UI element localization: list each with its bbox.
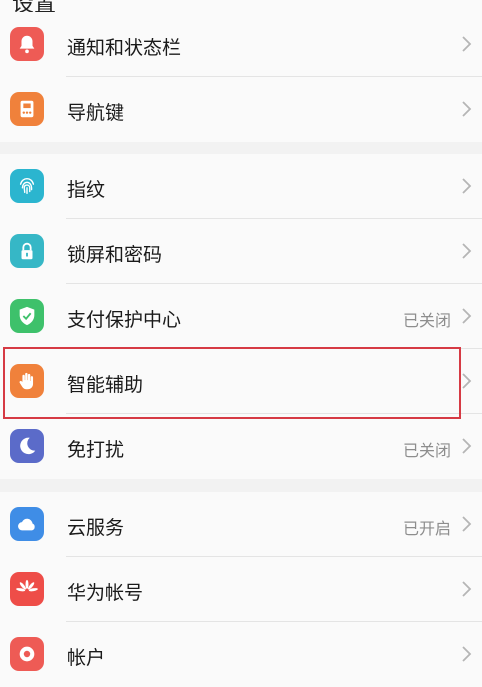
hand-icon xyxy=(10,364,44,398)
settings-group-security: 指纹 锁屏和密码 支付保护中心 已关闭 智能辅助 免打扰 已关闭 xyxy=(0,154,482,479)
settings-item-label: 锁屏和密码 xyxy=(67,244,163,266)
chevron-right-icon xyxy=(462,438,472,454)
settings-item-notifications[interactable]: 通知和状态栏 xyxy=(0,12,482,77)
settings-item-cloud[interactable]: 云服务 已开启 xyxy=(0,492,482,557)
settings-item-fingerprint[interactable]: 指纹 xyxy=(0,154,482,219)
settings-item-huawei-id[interactable]: 华为帐号 xyxy=(0,557,482,622)
settings-item-navigation-key[interactable]: 导航键 xyxy=(0,77,482,142)
bell-icon xyxy=(10,27,44,61)
chevron-right-icon xyxy=(462,308,472,324)
chevron-right-icon xyxy=(462,373,472,389)
settings-item-smart-assistance[interactable]: 智能辅助 xyxy=(0,349,482,414)
navigation-key-icon xyxy=(10,92,44,126)
status-value: 已开启 xyxy=(402,519,451,538)
lock-icon xyxy=(10,234,44,268)
chevron-right-icon xyxy=(462,646,472,662)
fingerprint-icon xyxy=(10,169,44,203)
moon-icon xyxy=(10,429,44,463)
settings-item-lock-screen[interactable]: 锁屏和密码 xyxy=(0,219,482,284)
settings-item-label: 通知和状态栏 xyxy=(67,37,182,59)
settings-item-label: 帐户 xyxy=(67,647,106,669)
status-value: 已关闭 xyxy=(402,311,451,330)
cloud-icon xyxy=(10,507,44,541)
chevron-right-icon xyxy=(462,36,472,52)
settings-item-label: 智能辅助 xyxy=(67,374,144,396)
settings-item-label: 导航键 xyxy=(67,102,125,124)
chevron-right-icon xyxy=(462,178,472,194)
settings-item-label: 云服务 xyxy=(67,517,125,539)
chevron-right-icon xyxy=(462,243,472,259)
settings-item-label: 免打扰 xyxy=(67,439,125,461)
huawei-icon xyxy=(10,572,44,606)
shield-check-icon xyxy=(10,299,44,333)
settings-item-label: 指纹 xyxy=(67,179,106,201)
settings-group-notifications: 通知和状态栏 导航键 xyxy=(0,12,482,142)
settings-item-label: 支付保护中心 xyxy=(67,309,182,331)
settings-item-label: 华为帐号 xyxy=(67,582,144,604)
settings-group-accounts: 云服务 已开启 华为帐号 帐户 xyxy=(0,492,482,687)
chevron-right-icon xyxy=(462,101,472,117)
account-icon xyxy=(10,637,44,671)
settings-item-payment-protection[interactable]: 支付保护中心 已关闭 xyxy=(0,284,482,349)
chevron-right-icon xyxy=(462,516,472,532)
status-value: 已关闭 xyxy=(402,441,451,460)
settings-item-do-not-disturb[interactable]: 免打扰 已关闭 xyxy=(0,414,482,479)
chevron-right-icon xyxy=(462,581,472,597)
